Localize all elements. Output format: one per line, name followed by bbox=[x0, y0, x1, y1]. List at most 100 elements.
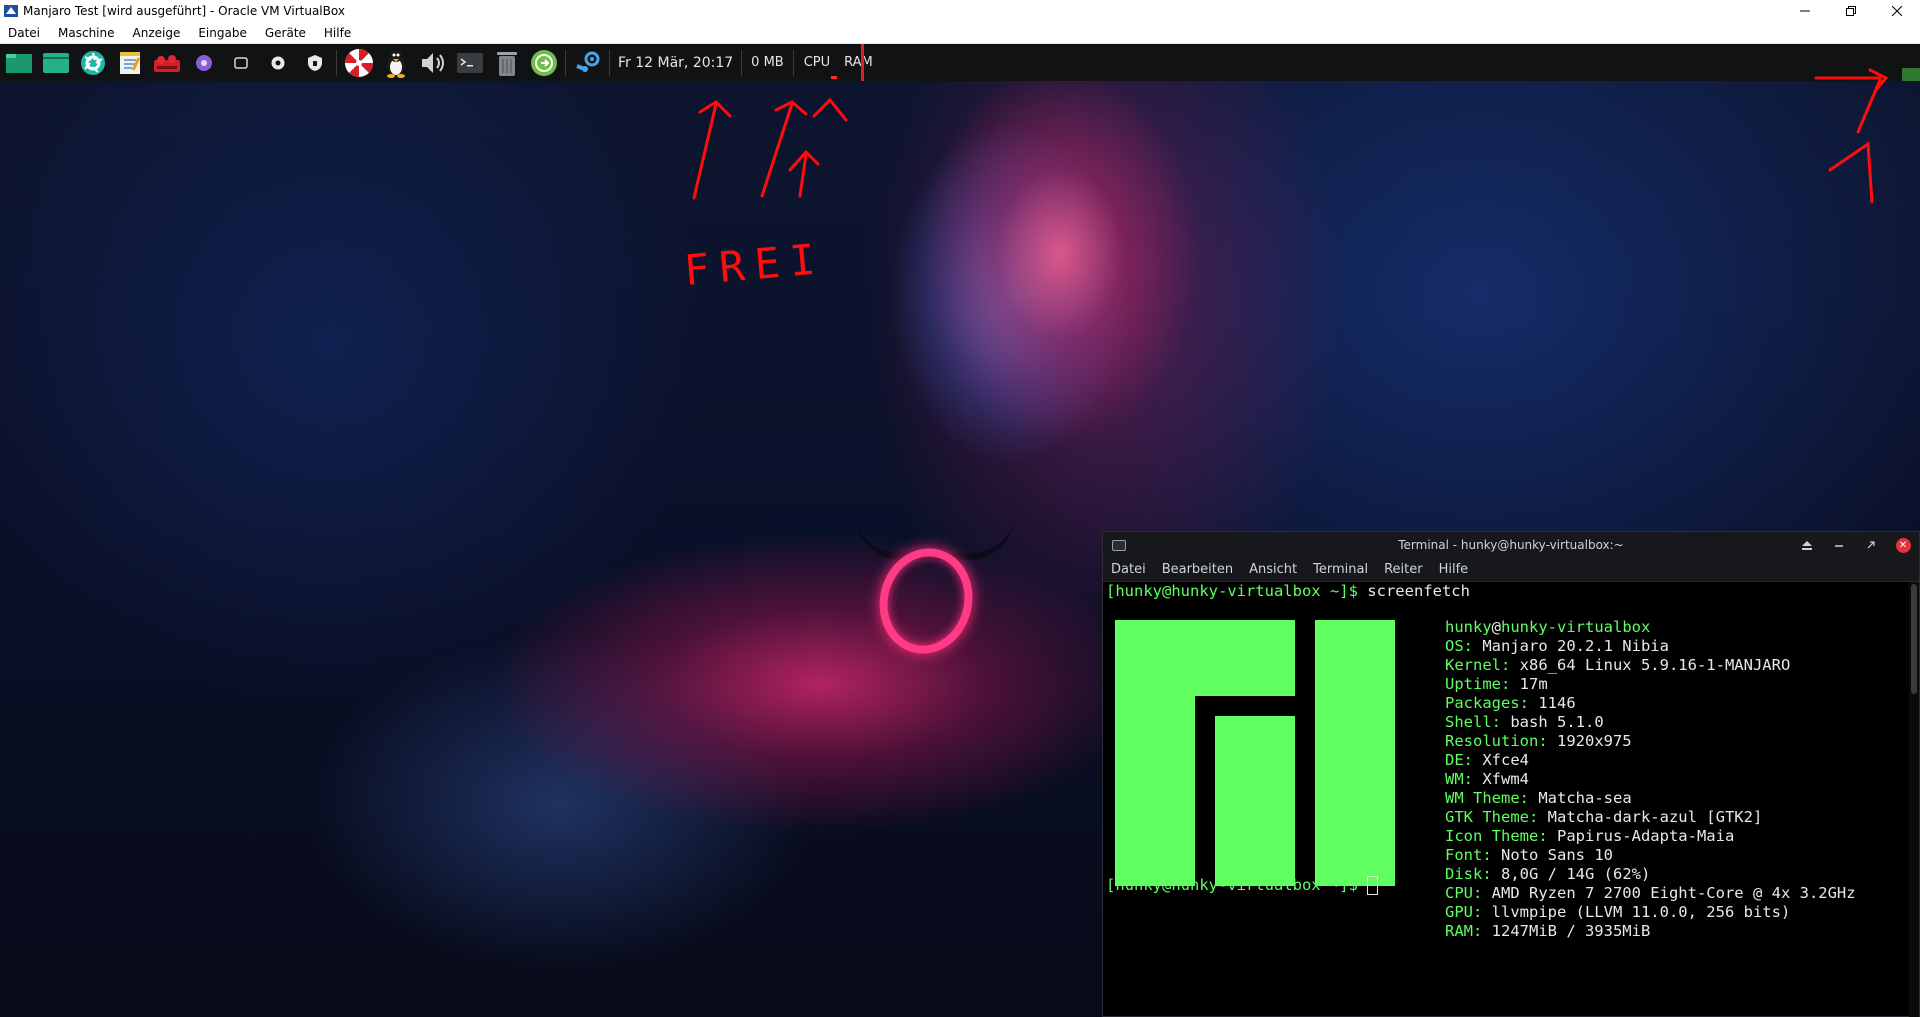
ram-label: RAM bbox=[844, 55, 873, 70]
info-icon-theme: Icon Theme: Papirus-Adapta-Maia bbox=[1445, 827, 1735, 845]
terminal-shade-button[interactable] bbox=[1791, 532, 1823, 558]
terminal-controls: ✕ bbox=[1791, 532, 1919, 558]
umbrella-icon[interactable] bbox=[344, 48, 374, 78]
update-icon[interactable] bbox=[529, 48, 559, 78]
close-icon: ✕ bbox=[1895, 537, 1911, 553]
annotation-arrow bbox=[812, 97, 848, 122]
text-cursor bbox=[1367, 876, 1379, 895]
info-disk: Disk: 8,0G / 14G (62%) bbox=[1445, 865, 1651, 883]
menu-maschine[interactable]: Maschine bbox=[49, 26, 123, 40]
shield-icon[interactable] bbox=[300, 48, 330, 78]
terminal-window[interactable]: Terminal - hunky@hunky-virtualbox:~ ✕ Da… bbox=[1102, 531, 1920, 1017]
info-shell: Shell: bash 5.1.0 bbox=[1445, 713, 1604, 731]
terminal-icon[interactable] bbox=[455, 48, 485, 78]
guest-desktop: Fr 12 Mär, 20:17 0 MB CPU RAM FREI Termi… bbox=[0, 44, 1920, 1017]
window-title: Manjaro Test [wird ausgeführt] - Oracle … bbox=[23, 4, 345, 18]
ram-usage-bar bbox=[861, 44, 864, 81]
ram-monitor[interactable]: RAM bbox=[837, 44, 880, 81]
workspace-icon[interactable] bbox=[4, 48, 34, 78]
info-os: OS: Manjaro 20.2.1 Nibia bbox=[1445, 637, 1669, 655]
purple-app-icon[interactable] bbox=[189, 48, 219, 78]
steam-icon[interactable] bbox=[573, 48, 603, 78]
menu-geraete[interactable]: Geräte bbox=[256, 26, 315, 40]
panel-separator bbox=[741, 49, 743, 76]
info-uptime: Uptime: 17m bbox=[1445, 675, 1548, 693]
annotation-arrow bbox=[692, 100, 732, 200]
manjaro-logo bbox=[1115, 620, 1405, 886]
close-icon bbox=[1892, 6, 1902, 16]
terminal-menubar: Datei Bearbeiten Ansicht Terminal Reiter… bbox=[1103, 558, 1919, 582]
panel-separator bbox=[792, 49, 794, 76]
menu-eingabe[interactable]: Eingabe bbox=[189, 26, 256, 40]
prompt: [hunky@hunky-virtualbox ~]$ bbox=[1106, 876, 1358, 894]
cpu-monitor[interactable]: CPU bbox=[797, 44, 837, 81]
cpu-meter bbox=[830, 76, 837, 79]
terminal-close-button[interactable]: ✕ bbox=[1887, 532, 1919, 558]
xfce-panel: Fr 12 Mär, 20:17 0 MB CPU RAM bbox=[0, 44, 1920, 81]
user-host-line: hunky@hunky-virtualbox bbox=[1445, 618, 1651, 636]
menu-datei[interactable]: Datei bbox=[0, 26, 49, 40]
panel-separator bbox=[609, 49, 610, 76]
terminal-scrollbar[interactable] bbox=[1909, 582, 1919, 1017]
prompt-line: [hunky@hunky-virtualbox ~]$ bbox=[1106, 876, 1379, 895]
info-resolution: Resolution: 1920x975 bbox=[1445, 732, 1632, 750]
window-icon[interactable] bbox=[226, 48, 256, 78]
terminal-titlebar[interactable]: Terminal - hunky@hunky-virtualbox:~ ✕ bbox=[1103, 532, 1919, 558]
annotation-arrow bbox=[788, 149, 820, 198]
terminal-menu-bearbeiten[interactable]: Bearbeiten bbox=[1154, 562, 1241, 577]
info-gpu: GPU: llvmpipe (LLVM 11.0.0, 256 bits) bbox=[1445, 903, 1791, 921]
info-wm-theme: WM Theme: Matcha-sea bbox=[1445, 789, 1632, 807]
terminal-menu-hilfe[interactable]: Hilfe bbox=[1431, 562, 1477, 577]
terminal-menu-datei[interactable]: Datei bbox=[1103, 562, 1154, 577]
circle-icon[interactable] bbox=[263, 48, 293, 78]
menu-hilfe[interactable]: Hilfe bbox=[315, 26, 360, 40]
info-font: Font: Noto Sans 10 bbox=[1445, 846, 1613, 864]
cpu-label: CPU bbox=[803, 55, 831, 70]
annotation-arrow bbox=[760, 100, 808, 198]
file-manager-icon[interactable] bbox=[41, 48, 71, 78]
info-ram: RAM: 1247MiB / 3935MiB bbox=[1445, 922, 1651, 940]
terminal-menu-reiter[interactable]: Reiter bbox=[1376, 562, 1431, 577]
command-text: screenfetch bbox=[1357, 582, 1470, 600]
terminal-maximize-button[interactable] bbox=[1855, 532, 1887, 558]
terminal-output[interactable]: [hunky@hunky-virtualbox ~]$ screenfetch … bbox=[1103, 582, 1919, 1017]
annotation-arrow bbox=[1828, 141, 1874, 204]
vbox-titlebar: Manjaro Test [wird ausgeführt] - Oracle … bbox=[0, 0, 1920, 22]
restore-icon bbox=[1846, 6, 1856, 16]
info-wm: WM: Xfwm4 bbox=[1445, 770, 1529, 788]
restore-button[interactable] bbox=[1828, 0, 1874, 22]
aperture-icon[interactable] bbox=[78, 48, 108, 78]
minimize-icon bbox=[1835, 545, 1843, 547]
panel-separator bbox=[565, 49, 566, 76]
terminal-minimize-button[interactable] bbox=[1823, 532, 1855, 558]
eject-icon bbox=[1802, 540, 1812, 550]
system-info: hunky@hunky-virtualbox OS: Manjaro 20.2.… bbox=[1445, 618, 1856, 941]
virtualbox-icon bbox=[4, 5, 18, 17]
volume-icon[interactable] bbox=[418, 48, 448, 78]
command-line: [hunky@hunky-virtualbox ~]$ screenfetch bbox=[1106, 582, 1470, 601]
tux-icon[interactable] bbox=[381, 48, 411, 78]
info-cpu: CPU: AMD Ryzen 7 2700 Eight-Core @ 4x 3.… bbox=[1445, 884, 1856, 902]
prompt: [hunky@hunky-virtualbox ~]$ bbox=[1106, 582, 1358, 600]
trash-icon[interactable] bbox=[492, 48, 522, 78]
close-button[interactable] bbox=[1874, 0, 1920, 22]
info-kernel: Kernel: x86_64 Linux 5.9.16-1-MANJARO bbox=[1445, 656, 1791, 674]
window-controls bbox=[1782, 0, 1920, 22]
terminal-menu-ansicht[interactable]: Ansicht bbox=[1241, 562, 1305, 577]
maximize-icon bbox=[1867, 541, 1875, 549]
info-packages: Packages: 1146 bbox=[1445, 694, 1576, 712]
minimize-icon bbox=[1800, 10, 1810, 12]
menu-anzeige[interactable]: Anzeige bbox=[124, 26, 190, 40]
scrollbar-thumb[interactable] bbox=[1911, 584, 1917, 694]
tray-graph-widget[interactable] bbox=[1902, 68, 1920, 81]
annotation-text: FREI bbox=[682, 233, 828, 296]
vbox-menubar: Datei Maschine Anzeige Eingabe Geräte Hi… bbox=[0, 22, 1920, 44]
panel-clock[interactable]: Fr 12 Mär, 20:17 bbox=[613, 55, 738, 71]
minimize-button[interactable] bbox=[1782, 0, 1828, 22]
terminal-menu-terminal[interactable]: Terminal bbox=[1305, 562, 1376, 577]
text-editor-icon[interactable] bbox=[115, 48, 145, 78]
red-app-icon[interactable] bbox=[152, 48, 182, 78]
info-gtk-theme: GTK Theme: Matcha-dark-azul [GTK2] bbox=[1445, 808, 1763, 826]
info-de: DE: Xfce4 bbox=[1445, 751, 1529, 769]
panel-memory-readout: 0 MB bbox=[751, 55, 784, 70]
